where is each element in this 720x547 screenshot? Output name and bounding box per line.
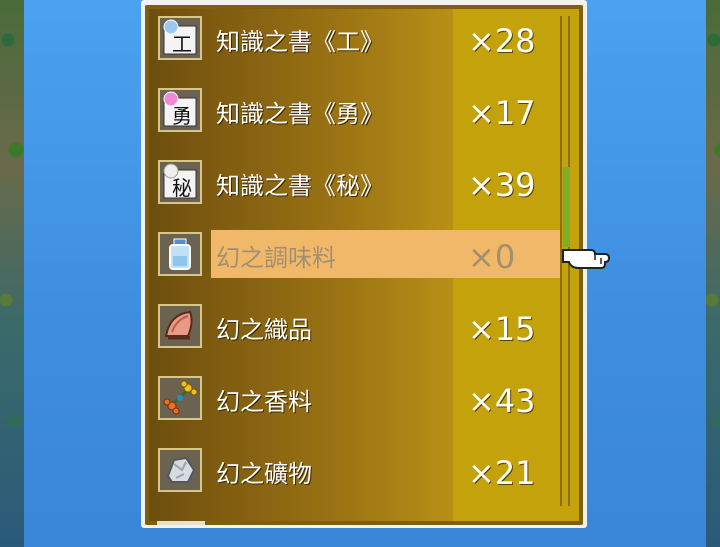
item-quantity: ×15 [468,310,536,348]
item-quantity: ×17 [468,94,536,132]
item-name: 幻之礦物 [216,460,312,488]
book-courage-icon: 勇 [158,88,202,132]
list-item-selected[interactable]: 幻之調味料 ×0 [149,230,561,280]
book-work-icon: 工 [158,16,202,60]
scrollbar-thumb[interactable] [563,167,570,247]
item-name: 幻之香料 [216,388,312,416]
next-row-peek [157,521,205,525]
item-quantity: ×39 [468,166,536,204]
pointing-hand-cursor-icon [562,249,611,269]
list-item[interactable]: 幻之香料 ×43 [149,374,559,424]
list-item[interactable]: 秘 知識之書《秘》 ×39 [149,158,559,208]
item-quantity: ×43 [468,382,536,420]
item-name: 幻之調味料 [216,244,336,272]
fabric-icon [158,304,202,348]
right-scenery [706,0,720,547]
ore-icon [158,448,202,492]
left-scenery [0,0,24,547]
item-quantity: ×21 [468,454,536,492]
list-item[interactable]: 幻之礦物 ×21 [149,446,559,496]
item-name: 知識之書《勇》 [216,100,384,128]
book-glyph: 秘 [172,176,192,200]
seasoning-bottle-icon [158,232,202,276]
book-glyph: 勇 [172,104,192,128]
item-name: 知識之書《秘》 [216,172,384,200]
book-secret-icon: 秘 [158,160,202,204]
list-item[interactable]: 勇 知識之書《勇》 ×17 [149,86,559,136]
item-quantity: ×28 [468,22,536,60]
book-glyph: 工 [172,32,192,56]
item-quantity: ×0 [468,238,516,276]
list-item[interactable]: 幻之織品 ×15 [149,302,559,352]
item-name: 幻之織品 [216,316,312,344]
list-item[interactable]: 工 知識之書《工》 ×28 [149,14,559,64]
item-name: 知識之書《工》 [216,28,384,56]
spice-flower-icon [158,376,202,420]
